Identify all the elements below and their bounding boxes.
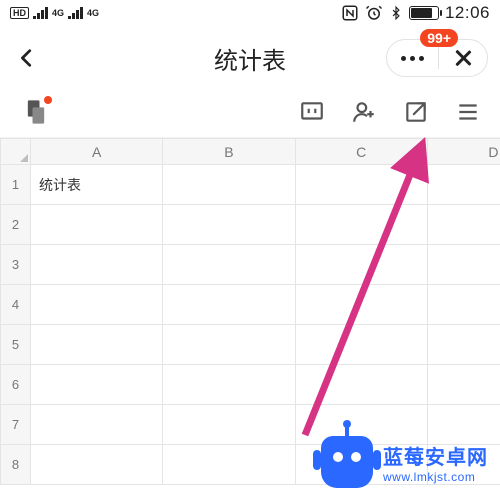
cell[interactable]	[163, 165, 295, 205]
cell[interactable]	[163, 365, 295, 405]
row-head[interactable]: 8	[1, 445, 31, 485]
cell[interactable]	[427, 245, 500, 285]
status-right: 12:06	[341, 3, 490, 23]
row-head[interactable]: 7	[1, 405, 31, 445]
cell[interactable]	[427, 205, 500, 245]
cell[interactable]	[31, 245, 163, 285]
cell[interactable]	[295, 205, 427, 245]
watermark: 蓝莓安卓网 www.lmkjst.com	[321, 436, 488, 488]
back-button[interactable]	[12, 43, 42, 73]
network-1: 4G	[52, 8, 64, 18]
notification-dot	[44, 96, 52, 104]
cell[interactable]: 统计表	[31, 165, 163, 205]
table-row: 1 统计表	[1, 165, 500, 205]
open-external-icon	[403, 99, 429, 125]
cell[interactable]	[163, 205, 295, 245]
cell[interactable]	[295, 245, 427, 285]
menu-button[interactable]	[401, 56, 424, 61]
row-head[interactable]: 5	[1, 325, 31, 365]
col-head-d[interactable]: D	[427, 139, 500, 165]
chevron-left-icon	[16, 47, 38, 69]
toolbar	[0, 86, 500, 138]
watermark-logo-icon	[321, 436, 373, 488]
cell[interactable]	[163, 245, 295, 285]
nfc-icon	[341, 4, 359, 22]
cell[interactable]	[31, 325, 163, 365]
cell[interactable]	[427, 285, 500, 325]
cell[interactable]	[163, 445, 295, 485]
row-head[interactable]: 6	[1, 365, 31, 405]
table-row: 3	[1, 245, 500, 285]
share-button[interactable]	[402, 98, 430, 126]
column-header-row: A B C D	[1, 139, 500, 165]
clock: 12:06	[445, 3, 490, 23]
add-user-icon	[351, 99, 377, 125]
menu-hamburger-button[interactable]	[454, 98, 482, 126]
cell[interactable]	[31, 445, 163, 485]
table-row: 2	[1, 205, 500, 245]
cell[interactable]	[295, 285, 427, 325]
bluetooth-icon	[389, 4, 403, 22]
sheet-table: A B C D 1 统计表 2 3 4 5 6	[0, 138, 500, 485]
title-bar: 统计表 99+	[0, 30, 500, 86]
select-all-corner[interactable]	[1, 139, 31, 165]
signal-bars-1	[33, 7, 48, 19]
hd-indicator: HD	[10, 7, 29, 19]
row-head[interactable]: 4	[1, 285, 31, 325]
watermark-url: www.lmkjst.com	[383, 470, 488, 484]
col-head-a[interactable]: A	[31, 139, 163, 165]
row-head[interactable]: 3	[1, 245, 31, 285]
app-logo[interactable]	[22, 98, 50, 126]
cell[interactable]	[163, 285, 295, 325]
row-head[interactable]: 1	[1, 165, 31, 205]
status-left: HD 4G 4G	[10, 7, 99, 19]
cell[interactable]	[31, 285, 163, 325]
capsule-divider	[438, 47, 439, 69]
cell[interactable]	[31, 405, 163, 445]
signal-bars-2	[68, 7, 83, 19]
hamburger-icon	[455, 99, 481, 125]
cell[interactable]	[295, 165, 427, 205]
notification-badge: 99+	[420, 29, 458, 47]
cell[interactable]	[295, 325, 427, 365]
row-head[interactable]: 2	[1, 205, 31, 245]
cell[interactable]	[163, 405, 295, 445]
cell[interactable]	[427, 325, 500, 365]
status-bar: HD 4G 4G 12:06	[0, 0, 500, 26]
add-user-button[interactable]	[350, 98, 378, 126]
cell[interactable]	[163, 325, 295, 365]
alarm-icon	[365, 4, 383, 22]
table-row: 6	[1, 365, 500, 405]
close-button[interactable]	[453, 48, 473, 68]
cell[interactable]	[31, 365, 163, 405]
comment-button[interactable]	[298, 98, 326, 126]
cell[interactable]	[427, 365, 500, 405]
watermark-title: 蓝莓安卓网	[383, 441, 488, 470]
table-row: 5	[1, 325, 500, 365]
battery-icon	[409, 6, 439, 20]
title-actions: 99+	[386, 39, 488, 77]
col-head-b[interactable]: B	[163, 139, 295, 165]
cell[interactable]	[427, 165, 500, 205]
spreadsheet[interactable]: A B C D 1 统计表 2 3 4 5 6	[0, 138, 500, 485]
col-head-c[interactable]: C	[295, 139, 427, 165]
comment-icon	[299, 99, 325, 125]
cell[interactable]	[295, 365, 427, 405]
watermark-text: 蓝莓安卓网 www.lmkjst.com	[383, 441, 488, 484]
cell[interactable]	[31, 205, 163, 245]
network-2: 4G	[87, 8, 99, 18]
table-row: 4	[1, 285, 500, 325]
